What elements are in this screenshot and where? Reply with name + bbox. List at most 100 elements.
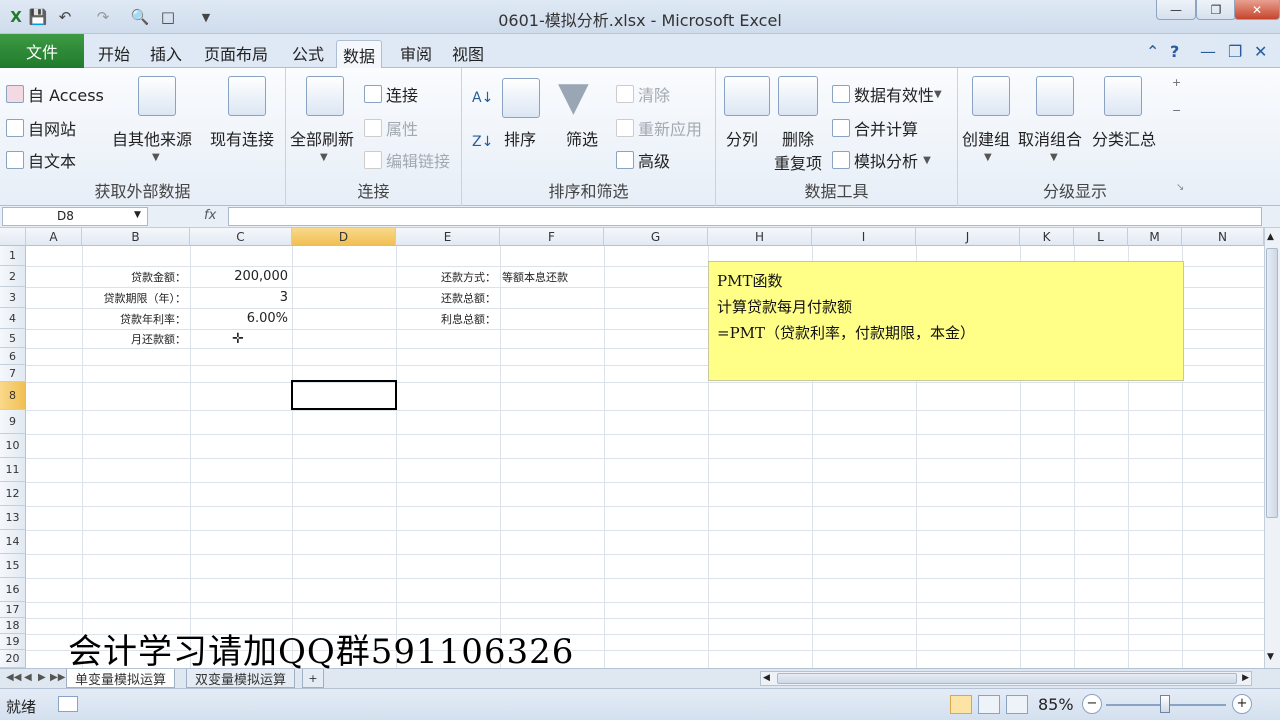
horizontal-scrollbar[interactable]: ◀ ▶ — [760, 671, 1252, 686]
column-header[interactable]: G — [604, 228, 708, 246]
refresh-dropdown-icon[interactable]: ▼ — [320, 152, 328, 163]
subtotal-button[interactable]: 分类汇总 — [1092, 126, 1156, 150]
other-sources-dropdown-icon[interactable]: ▼ — [152, 152, 160, 163]
hide-detail-icon[interactable]: − — [1172, 104, 1181, 117]
ungroup-dropdown-icon[interactable]: ▼ — [1050, 152, 1058, 163]
doc-restore-icon[interactable]: ❐ — [1228, 42, 1242, 61]
column-header-selected[interactable]: D — [292, 228, 396, 246]
what-if-dropdown-icon[interactable]: ▼ — [923, 155, 931, 166]
reapply-button[interactable]: 重新应用 — [616, 116, 702, 140]
restore-button[interactable]: ❐ — [1196, 0, 1236, 20]
cell-b4[interactable]: 贷款年利率： — [82, 308, 186, 329]
ungroup-button[interactable]: 取消组合 — [1018, 126, 1082, 150]
prev-sheet-icon[interactable]: ◀ — [24, 672, 32, 683]
from-text-button[interactable]: 自文本 — [6, 148, 76, 172]
row-header[interactable]: 9 — [0, 410, 26, 434]
properties-button[interactable]: 属性 — [364, 116, 418, 140]
tab-insert[interactable]: 插入 — [144, 40, 188, 66]
name-box[interactable]: D8 — [2, 207, 148, 226]
horizontal-scroll-thumb[interactable] — [777, 673, 1237, 684]
cell-b2[interactable]: 贷款金额： — [82, 266, 186, 287]
close-button[interactable]: ✕ — [1234, 0, 1280, 20]
row-header[interactable]: 15 — [0, 554, 26, 578]
doc-minimize-icon[interactable]: — — [1200, 42, 1216, 61]
cell-b3[interactable]: 贷款期限（年）： — [82, 287, 187, 308]
row-header[interactable]: 5 — [0, 329, 26, 348]
column-header[interactable]: C — [190, 228, 292, 246]
name-box-dropdown-icon[interactable]: ▼ — [134, 210, 141, 220]
collapse-ribbon-icon[interactable]: ⌃ — [1146, 42, 1159, 61]
next-sheet-icon[interactable]: ▶ — [38, 672, 46, 683]
row-header[interactable]: 6 — [0, 348, 26, 365]
cell-e2[interactable]: 还款方式： — [396, 266, 496, 287]
column-header[interactable]: M — [1128, 228, 1182, 246]
consolidate-button[interactable]: 合并计算 — [832, 116, 918, 140]
insert-function-icon[interactable]: fx — [204, 208, 216, 223]
help-icon[interactable]: ? — [1170, 42, 1179, 61]
row-header[interactable]: 17 — [0, 602, 26, 618]
normal-view-icon[interactable] — [950, 695, 972, 714]
scroll-down-icon[interactable]: ▼ — [1267, 652, 1274, 662]
filter-button[interactable]: 筛选 — [566, 126, 598, 150]
vertical-scrollbar[interactable]: ▲ ▼ — [1264, 228, 1280, 668]
row-header[interactable]: 7 — [0, 365, 26, 382]
formula-input[interactable] — [228, 207, 1262, 226]
group-dropdown-icon[interactable]: ▼ — [984, 152, 992, 163]
row-header-selected[interactable]: 8 — [0, 382, 26, 410]
column-header[interactable]: N — [1182, 228, 1264, 246]
existing-connections-button[interactable]: 现有连接 — [210, 126, 274, 150]
zoom-slider-thumb[interactable] — [1160, 695, 1170, 713]
worksheet-grid[interactable]: A B C D E F G H I J K L M N 1 2 3 4 5 6 … — [0, 228, 1264, 668]
cell-c4[interactable]: 6.00% — [190, 308, 288, 329]
column-header[interactable]: A — [26, 228, 82, 246]
select-all-corner[interactable] — [0, 228, 26, 246]
column-header[interactable]: F — [500, 228, 604, 246]
vertical-scroll-thumb[interactable] — [1266, 248, 1278, 518]
macro-record-icon[interactable] — [58, 696, 78, 712]
row-header[interactable]: 13 — [0, 506, 26, 530]
cell-c2[interactable]: 200,000 — [190, 266, 288, 287]
show-detail-icon[interactable]: + — [1172, 76, 1181, 89]
active-cell-d8[interactable] — [291, 380, 397, 410]
row-header[interactable]: 2 — [0, 266, 26, 287]
tab-page-layout[interactable]: 页面布局 — [198, 40, 274, 66]
tab-formulas[interactable]: 公式 — [286, 40, 330, 66]
zoom-out-icon[interactable]: − — [1082, 694, 1102, 714]
column-header[interactable]: J — [916, 228, 1020, 246]
sort-az-icon[interactable]: A↓ — [472, 90, 493, 106]
page-layout-view-icon[interactable] — [978, 695, 1000, 714]
text-to-columns-button[interactable]: 分列 — [726, 126, 758, 150]
scroll-up-icon[interactable]: ▲ — [1267, 232, 1274, 242]
from-access-button[interactable]: 自 Access — [6, 82, 104, 106]
zoom-in-icon[interactable]: + — [1232, 694, 1252, 714]
tab-data[interactable]: 数据 — [336, 40, 383, 69]
scroll-right-icon[interactable]: ▶ — [1242, 673, 1249, 683]
column-header[interactable]: B — [82, 228, 190, 246]
tab-review[interactable]: 审阅 — [394, 40, 438, 66]
column-header[interactable]: K — [1020, 228, 1074, 246]
validation-dropdown-icon[interactable]: ▼ — [934, 89, 942, 100]
last-sheet-icon[interactable]: ▶▶ — [50, 672, 65, 683]
sort-button[interactable]: 排序 — [504, 126, 536, 150]
minimize-button[interactable]: — — [1156, 0, 1196, 20]
row-header[interactable]: 11 — [0, 458, 26, 482]
tab-file[interactable]: 文件 — [0, 34, 84, 68]
remove-duplicates-button[interactable]: 删除 — [782, 126, 814, 150]
edit-links-button[interactable]: 编辑链接 — [364, 148, 450, 172]
page-break-view-icon[interactable] — [1006, 695, 1028, 714]
column-header[interactable]: H — [708, 228, 812, 246]
scroll-left-icon[interactable]: ◀ — [763, 673, 770, 683]
refresh-all-button[interactable]: 全部刷新 — [290, 126, 354, 150]
row-header[interactable]: 12 — [0, 482, 26, 506]
row-header[interactable]: 18 — [0, 618, 26, 634]
row-header[interactable]: 14 — [0, 530, 26, 554]
column-header[interactable]: I — [812, 228, 916, 246]
row-header[interactable]: 19 — [0, 634, 26, 650]
row-header[interactable]: 16 — [0, 578, 26, 602]
tab-view[interactable]: 视图 — [446, 40, 490, 66]
row-header[interactable]: 20 — [0, 650, 26, 668]
row-header[interactable]: 1 — [0, 246, 26, 266]
zoom-level[interactable]: 85% — [1038, 695, 1074, 714]
sort-za-icon[interactable]: Z↓ — [472, 134, 493, 150]
connections-button[interactable]: 连接 — [364, 82, 418, 106]
